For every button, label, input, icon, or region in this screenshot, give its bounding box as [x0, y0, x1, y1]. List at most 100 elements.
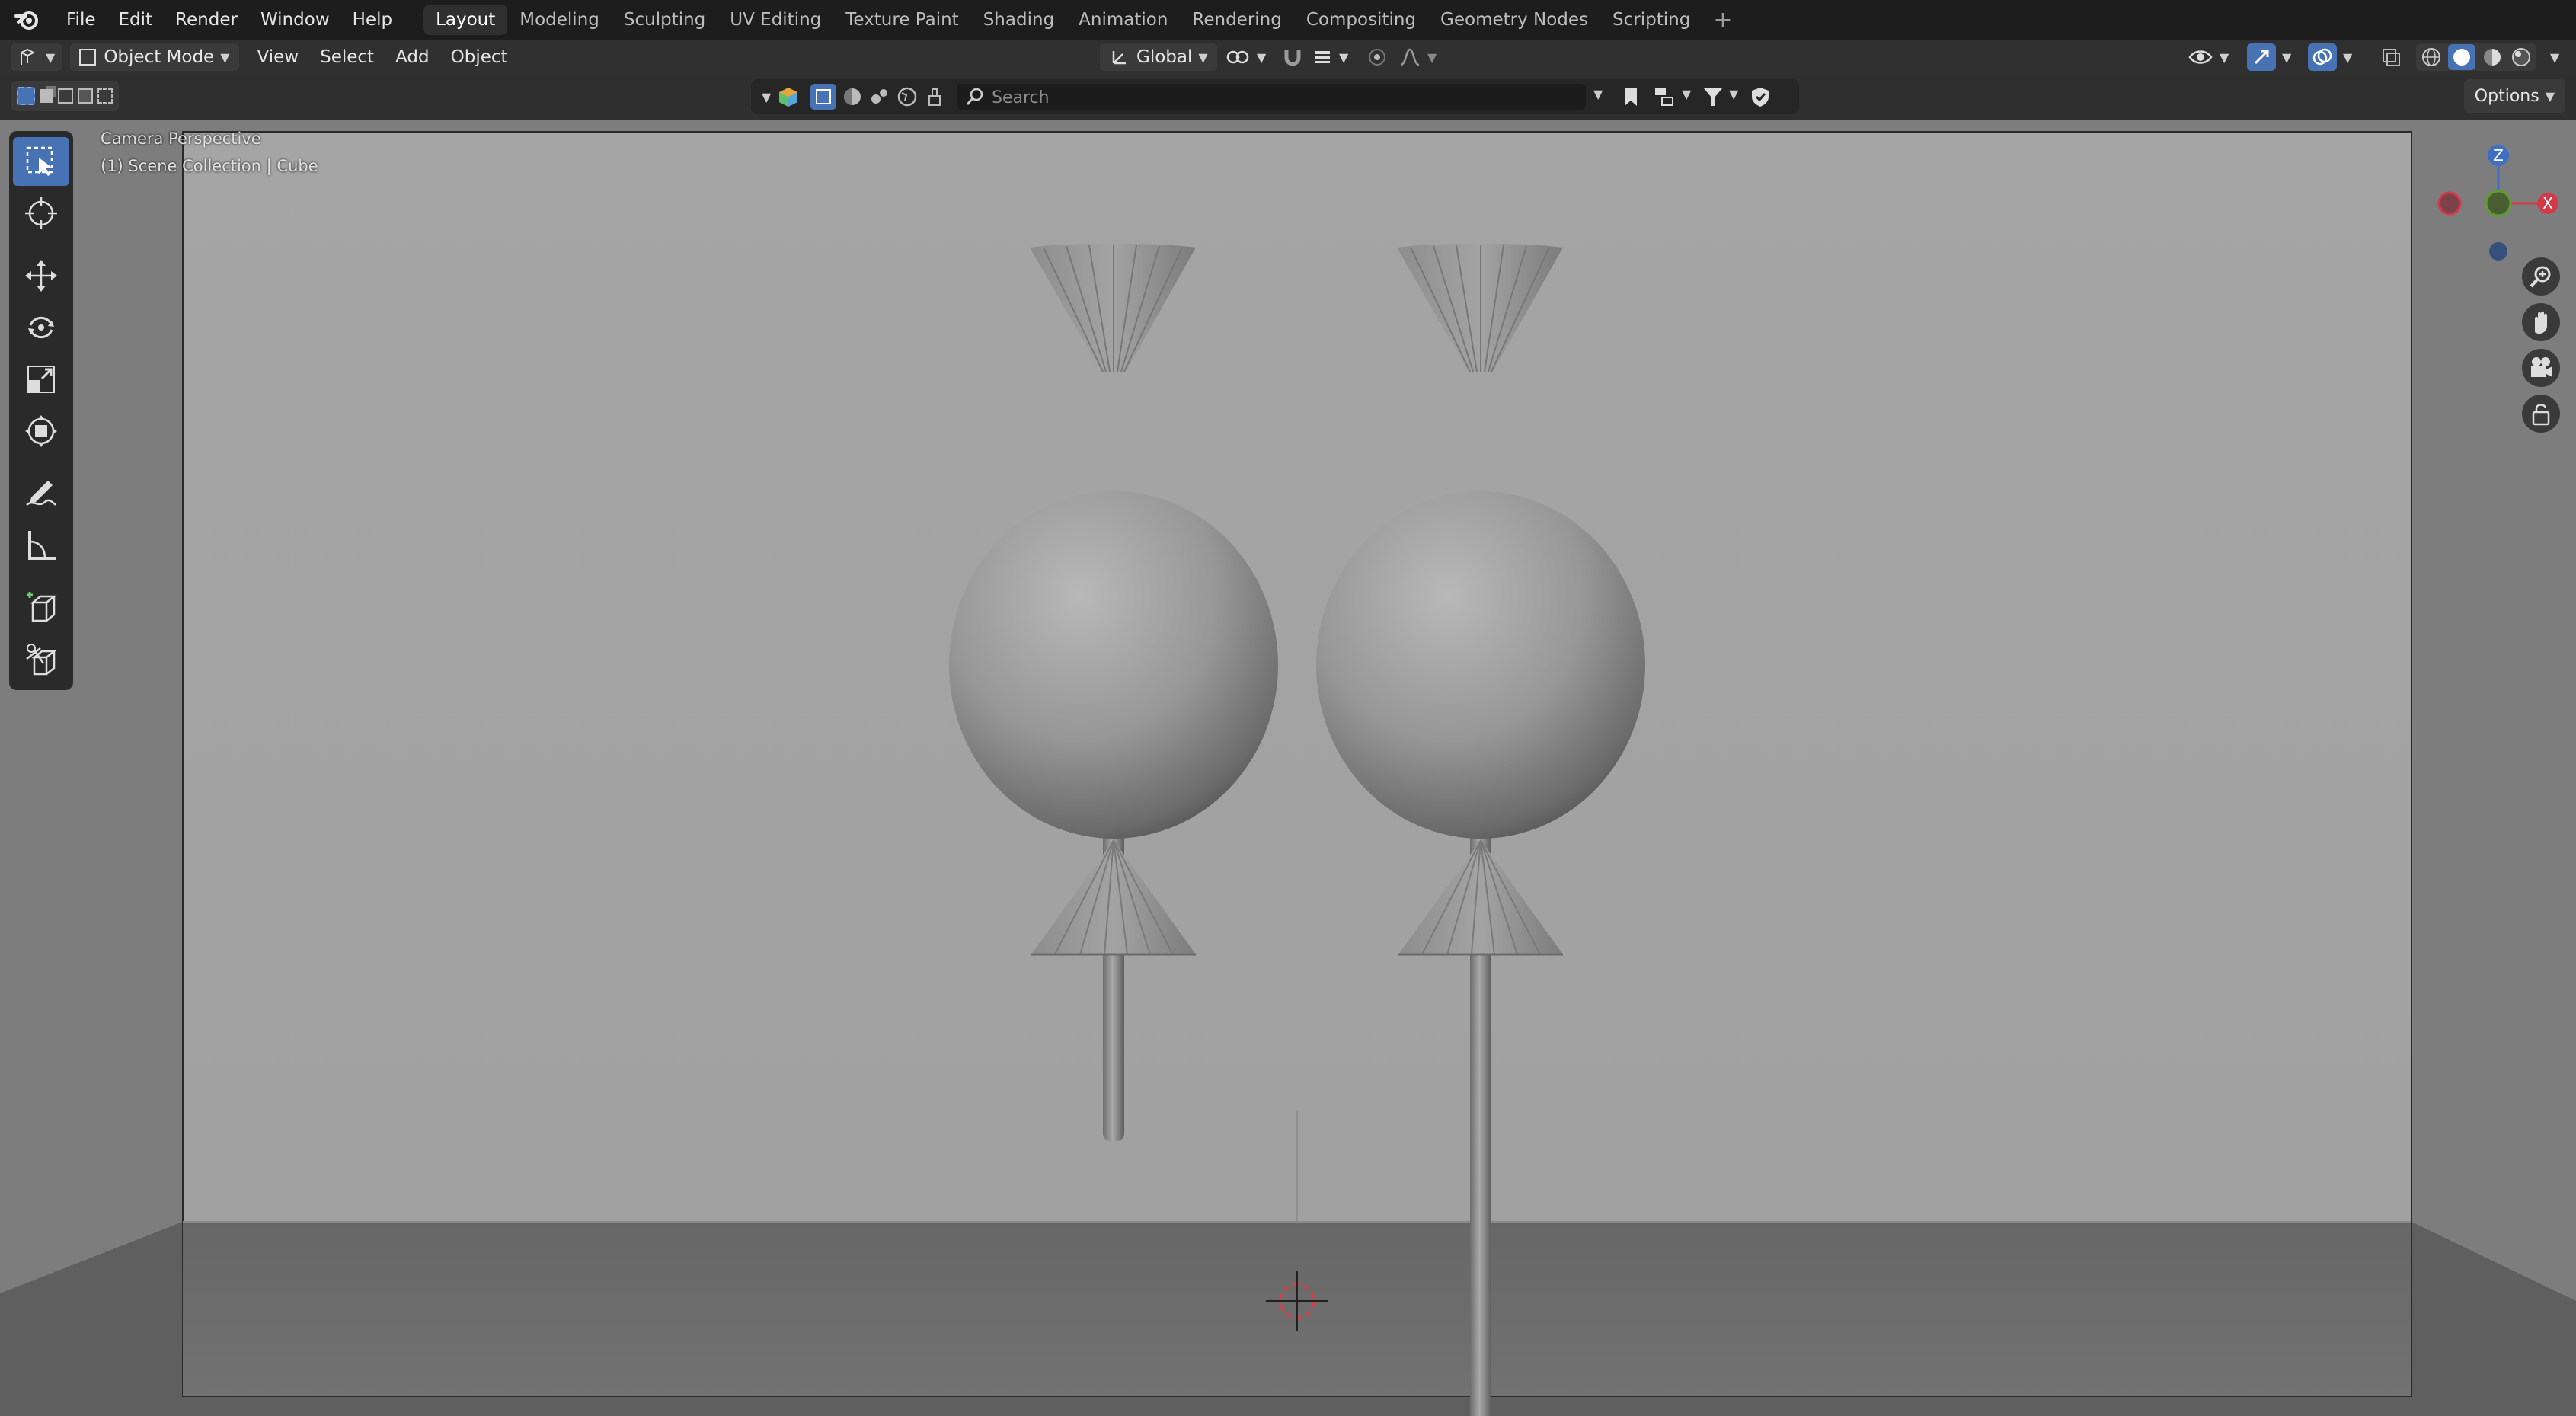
menu-file[interactable]: File [55, 0, 107, 40]
pivot-point-dropdown[interactable]: ▼ [1225, 43, 1266, 71]
select-box-icon [26, 146, 53, 176]
select-extend-icon[interactable] [40, 89, 53, 103]
selection-mode-group [11, 81, 119, 111]
gizmos-dropdown[interactable]: ▼ [2247, 43, 2291, 71]
cursor-tool[interactable] [13, 189, 69, 238]
tab-layout[interactable]: Layout [423, 5, 508, 35]
chevron-down-icon[interactable]: ▼ [762, 90, 771, 104]
rendered-shading-icon[interactable] [2509, 45, 2533, 69]
sphere-filter-icon[interactable] [841, 85, 864, 108]
scale-icon [27, 366, 55, 393]
snap-target-dropdown[interactable]: ▼ [1312, 43, 1348, 71]
zoom-button[interactable] [2522, 257, 2560, 296]
chevron-down-icon: ▼ [46, 50, 56, 65]
cut-tool[interactable] [13, 635, 69, 684]
bookmark-icon[interactable] [1621, 85, 1641, 108]
measure-tool[interactable] [13, 521, 69, 570]
tab-shading[interactable]: Shading [971, 5, 1066, 35]
select-subtract-icon[interactable] [58, 88, 73, 104]
add-cube-tool[interactable] [13, 583, 69, 632]
transform-tool[interactable] [13, 407, 69, 455]
menu-edit[interactable]: Edit [107, 0, 165, 40]
object-filter-icon[interactable] [810, 84, 837, 110]
overlays-dropdown[interactable]: ▼ [2308, 43, 2352, 71]
workspace-tabs: Layout Modeling Sculpting UV Editing Tex… [423, 0, 1743, 40]
search-input[interactable] [990, 85, 1572, 110]
shading-options-dropdown[interactable]: ▼ [2544, 43, 2559, 71]
menu-window[interactable]: Window [249, 0, 341, 40]
outliner-filter-bar: ▼ ▼ ▼ ▼ [751, 79, 1799, 114]
tab-uv-editing[interactable]: UV Editing [718, 5, 833, 35]
menu-object[interactable]: Object [440, 43, 519, 71]
display-mode-icon[interactable] [1653, 85, 1679, 108]
scale-tool[interactable] [13, 355, 69, 404]
menu-select[interactable]: Select [309, 43, 385, 71]
tab-geometry-nodes[interactable]: Geometry Nodes [1428, 5, 1600, 35]
menu-render[interactable]: Render [164, 0, 249, 40]
world-filter-icon[interactable] [896, 85, 919, 108]
rotate-tool[interactable] [13, 303, 69, 352]
lock-camera-button[interactable] [2522, 395, 2560, 433]
gizmo-y-axis[interactable] [2485, 190, 2512, 217]
search-icon [966, 88, 983, 105]
gizmo-toggle-icon [2247, 43, 2276, 71]
tab-modeling[interactable]: Modeling [507, 5, 612, 35]
solid-shading-icon[interactable] [2448, 44, 2475, 70]
select-intersect-icon[interactable] [97, 88, 113, 104]
chevron-down-icon[interactable]: ▼ [1682, 87, 1691, 101]
select-new-icon[interactable] [17, 87, 35, 105]
gizmo-neg-z-axis[interactable] [2489, 242, 2507, 261]
chevron-down-icon[interactable]: ▼ [1593, 87, 1603, 101]
tab-sculpting[interactable]: Sculpting [612, 5, 718, 35]
xray-icon [2383, 49, 2400, 66]
select-box-tool[interactable] [13, 137, 69, 186]
tab-animation[interactable]: Animation [1066, 5, 1180, 35]
outliner-search-box [957, 84, 1586, 110]
material-preview-icon[interactable] [2480, 45, 2504, 69]
tab-texture-paint[interactable]: Texture Paint [833, 5, 970, 35]
annotate-tool[interactable] [13, 469, 69, 518]
particles-filter-icon[interactable] [868, 85, 891, 108]
chevron-down-icon[interactable]: ▼ [1729, 87, 1738, 101]
proportional-editing-toggle[interactable] [1366, 43, 1388, 71]
scene-cube-icon[interactable] [777, 85, 800, 108]
mode-dropdown[interactable]: Object Mode ▼ [70, 43, 239, 71]
view-name: Camera Perspective [101, 129, 261, 148]
3d-viewport[interactable]: Camera Perspective (1) Scene Collection … [0, 120, 2576, 1416]
filter-icon[interactable] [1702, 85, 1724, 108]
tab-scripting[interactable]: Scripting [1600, 5, 1702, 35]
xray-toggle[interactable] [2379, 43, 2402, 71]
plus-icon[interactable]: + [1702, 7, 1743, 34]
chevron-down-icon: ▼ [2550, 50, 2560, 65]
wireframe-shading-icon[interactable] [2419, 45, 2443, 69]
measure-icon [28, 531, 56, 560]
blender-logo-icon[interactable] [14, 7, 40, 33]
navigation-gizmo[interactable]: Z X [2430, 131, 2574, 261]
move-tool[interactable] [13, 251, 69, 300]
options-dropdown[interactable]: Options ▼ [2463, 79, 2565, 113]
editor-type-dropdown[interactable]: ▼ [11, 43, 63, 71]
pan-button[interactable] [2522, 303, 2560, 341]
shading-modes [2416, 43, 2536, 71]
visibility-dropdown[interactable]: ▼ [2188, 43, 2229, 71]
mode-label: Object Mode [104, 47, 215, 67]
snap-increment-icon [1315, 51, 1330, 63]
gizmo-z-label: Z [2493, 146, 2504, 165]
chevron-down-icon: ▼ [1427, 50, 1437, 65]
annotate-icon [26, 481, 56, 506]
proportional-falloff-dropdown[interactable]: ▼ [1398, 43, 1437, 71]
select-invert-icon[interactable] [78, 88, 93, 104]
transform-orientation-dropdown[interactable]: Global ▼ [1100, 43, 1217, 71]
overlays-icon [2308, 43, 2337, 71]
tab-compositing[interactable]: Compositing [1294, 5, 1428, 35]
menu-help[interactable]: Help [341, 0, 404, 40]
gizmo-neg-x-axis[interactable] [2437, 191, 2462, 216]
shield-icon[interactable] [1749, 85, 1772, 108]
tab-rendering[interactable]: Rendering [1180, 5, 1293, 35]
menu-add[interactable]: Add [385, 43, 440, 71]
snap-toggle[interactable] [1281, 43, 1304, 71]
chevron-down-icon: ▼ [2220, 50, 2229, 65]
camera-view-button[interactable] [2522, 349, 2560, 387]
menu-view[interactable]: View [247, 43, 310, 71]
brush-filter-icon[interactable] [923, 85, 946, 108]
